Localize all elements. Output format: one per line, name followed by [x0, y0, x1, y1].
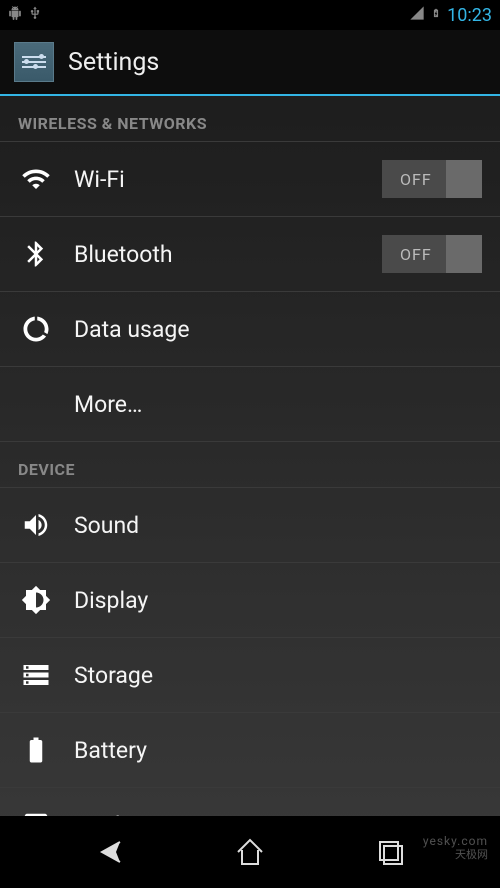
sound-icon: [18, 507, 54, 543]
applications-item[interactable]: Applications: [0, 788, 500, 816]
more-label: More…: [74, 391, 482, 418]
wifi-label: Wi-Fi: [74, 166, 382, 193]
display-icon: [18, 582, 54, 618]
battery-item[interactable]: Battery: [0, 713, 500, 788]
wifi-icon: [18, 161, 54, 197]
section-header-wireless: WIRELESS & NETWORKS: [0, 96, 500, 142]
data-usage-icon: [18, 311, 54, 347]
battery-label: Battery: [74, 737, 482, 764]
storage-icon: [18, 657, 54, 693]
signal-icon: [409, 5, 425, 25]
recent-apps-button[interactable]: [365, 827, 415, 877]
more-item[interactable]: More…: [0, 367, 500, 442]
battery-charging-icon: [431, 5, 441, 25]
settings-list: WIRELESS & NETWORKS Wi-Fi OFF Bluetooth …: [0, 96, 500, 816]
page-title: Settings: [68, 48, 159, 77]
display-label: Display: [74, 587, 482, 614]
action-bar: Settings: [0, 30, 500, 96]
more-icon-spacer: [18, 386, 54, 422]
back-button[interactable]: [85, 827, 135, 877]
battery-icon: [18, 732, 54, 768]
applications-icon: [18, 807, 54, 816]
bluetooth-icon: [18, 236, 54, 272]
bluetooth-toggle[interactable]: OFF: [382, 235, 482, 273]
home-button[interactable]: [225, 827, 275, 877]
status-bar: 10:23: [0, 0, 500, 30]
settings-app-icon: [14, 42, 54, 82]
status-clock: 10:23: [447, 5, 492, 26]
data-usage-item[interactable]: Data usage: [0, 292, 500, 367]
wifi-toggle[interactable]: OFF: [382, 160, 482, 198]
sound-item[interactable]: Sound: [0, 488, 500, 563]
bluetooth-item[interactable]: Bluetooth OFF: [0, 217, 500, 292]
section-header-device: DEVICE: [0, 442, 500, 488]
usb-icon: [28, 6, 42, 24]
data-usage-label: Data usage: [74, 316, 482, 343]
storage-label: Storage: [74, 662, 482, 689]
wifi-item[interactable]: Wi-Fi OFF: [0, 142, 500, 217]
sound-label: Sound: [74, 512, 482, 539]
bluetooth-label: Bluetooth: [74, 241, 382, 268]
watermark-cn: 天极网: [455, 846, 488, 862]
navigation-bar: [0, 816, 500, 888]
android-debug-icon: [8, 6, 22, 24]
storage-item[interactable]: Storage: [0, 638, 500, 713]
display-item[interactable]: Display: [0, 563, 500, 638]
